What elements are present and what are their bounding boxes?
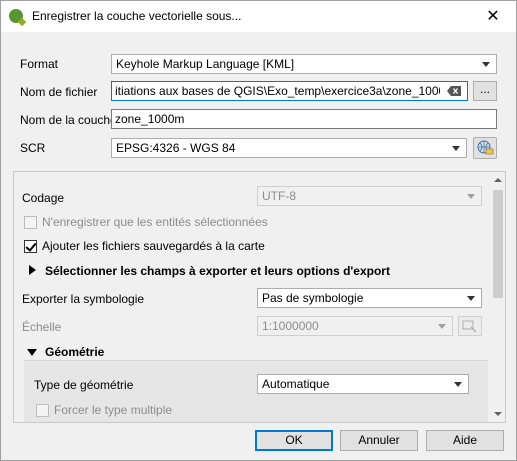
qgis-logo-icon [9, 9, 23, 23]
browse-button[interactable]: ... [473, 81, 497, 101]
save-vector-layer-dialog: Enregistrer la couche vectorielle sous..… [0, 0, 517, 461]
chevron-down-icon [467, 296, 475, 301]
scrollbar-thumb[interactable] [493, 190, 503, 298]
geometry-group: Type de géométrie Automatique Forcer le … [24, 360, 488, 422]
filename-label: Nom de fichier [20, 85, 98, 99]
chevron-down-icon [438, 324, 446, 329]
scale-label: Échelle [22, 320, 62, 334]
symbology-value: Pas de symbologie [262, 291, 364, 305]
geometry-section-title: Géométrie [45, 345, 105, 359]
close-button[interactable]: ✕ [470, 1, 516, 32]
map-scale-icon [462, 320, 477, 333]
encoding-label: Codage [22, 191, 65, 205]
close-icon: ✕ [486, 8, 500, 25]
crs-selector-button[interactable] [473, 137, 497, 159]
layername-value: zone_1000m [115, 112, 185, 126]
cancel-button[interactable]: Annuler [340, 430, 418, 451]
geometry-type-combo[interactable]: Automatique [257, 374, 469, 394]
format-combo[interactable]: Keyhole Markup Language [KML] [111, 54, 497, 74]
crs-label: SCR [20, 141, 46, 155]
scroll-up-icon[interactable] [494, 178, 502, 182]
geometry-type-value: Automatique [262, 377, 330, 391]
add-to-map-checkbox[interactable] [24, 240, 37, 253]
symbology-label: Exporter la symbologie [22, 292, 145, 306]
filename-input[interactable]: itiations aux bases de QGIS\Exo_temp\exe… [111, 81, 468, 101]
format-value: Keyhole Markup Language [KML] [116, 57, 295, 71]
title-bar: Enregistrer la couche vectorielle sous..… [1, 1, 516, 32]
chevron-down-icon [454, 382, 462, 387]
help-button[interactable]: Aide [426, 430, 504, 451]
options-scroll-area[interactable]: Codage UTF-8 N'enregistrer que les entit… [13, 171, 506, 423]
ok-button[interactable]: OK [255, 430, 333, 451]
selected-only-checkbox[interactable] [24, 216, 37, 229]
force-multi-label: Forcer le type multiple [54, 403, 173, 417]
crs-globe-icon [477, 140, 494, 155]
vertical-scrollbar[interactable] [490, 172, 505, 422]
format-label: Format [20, 57, 59, 71]
symbology-combo[interactable]: Pas de symbologie [257, 288, 482, 308]
crs-value: EPSG:4326 - WGS 84 [116, 141, 236, 155]
scroll-down-icon[interactable] [494, 412, 502, 416]
selected-only-label: N'enregistrer que les entités sélectionn… [42, 215, 268, 229]
scale-value: 1:1000000 [262, 319, 319, 333]
chevron-down-icon [452, 146, 460, 151]
expand-right-icon [29, 265, 36, 275]
add-to-map-label: Ajouter les fichiers sauvegardés à la ca… [42, 239, 265, 253]
force-multi-checkbox[interactable] [36, 404, 49, 417]
encoding-combo[interactable]: UTF-8 [257, 186, 482, 206]
map-scale-button[interactable] [458, 316, 482, 336]
collapse-down-icon [27, 349, 37, 356]
dialog-title: Enregistrer la couche vectorielle sous..… [32, 9, 242, 23]
geometry-type-label: Type de géométrie [34, 378, 134, 392]
scale-combo[interactable]: 1:1000000 [257, 316, 453, 336]
layername-label: Nom de la couche [20, 113, 117, 127]
layername-input[interactable]: zone_1000m [111, 109, 497, 129]
crs-combo[interactable]: EPSG:4326 - WGS 84 [111, 138, 467, 158]
filename-value: itiations aux bases de QGIS\Exo_temp\exe… [115, 84, 440, 98]
check-mark-icon [25, 240, 37, 252]
fields-section-title: Sélectionner les champs à exporter et le… [45, 264, 390, 278]
chevron-down-icon [467, 194, 475, 199]
encoding-value: UTF-8 [262, 189, 296, 203]
chevron-down-icon [482, 62, 490, 67]
clear-text-icon[interactable] [447, 86, 461, 96]
